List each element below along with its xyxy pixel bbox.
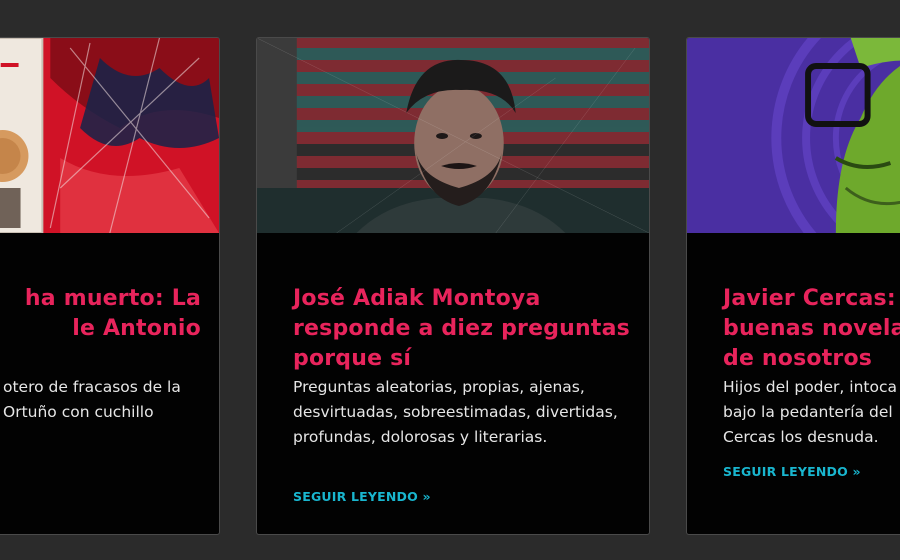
article-title-line: Javier Cercas: [723,286,896,311]
article-excerpt-line: otero de fracasos de la [3,378,181,396]
article-thumbnail[interactable] [257,38,649,233]
article-card[interactable]: José Adiak Montoya responde a diez pregu… [256,37,650,535]
article-title-line: de nosotros [723,346,873,371]
article-card[interactable]: ha muerto: La le Antonio otero de fracas… [0,37,220,535]
article-body: José Adiak Montoya responde a diez pregu… [257,233,649,534]
article-title[interactable]: José Adiak Montoya responde a diez pregu… [293,284,633,374]
article-thumbnail[interactable] [687,38,900,233]
article-excerpt: Preguntas aleatorias, propias, ajenas, d… [293,378,618,446]
article-title[interactable]: Javier Cercas: buenas novela de nosotros [723,284,900,374]
portrait-image [257,38,649,233]
article-title-line: le Antonio [72,316,201,341]
article-title-line: buenas novela [723,316,900,341]
article-excerpt-line: Ortuño con cuchillo [3,403,154,421]
article-body: ha muerto: La le Antonio otero de fracas… [0,233,219,534]
read-more-link[interactable]: SEGUIR LEYENDO » [293,489,431,504]
portrait-image [687,38,900,233]
read-more-link[interactable]: SEGUIR LEYENDO » [723,464,861,479]
article-excerpt: otero de fracasos de la Ortuño con cuchi… [3,375,219,425]
article-grid: ha muerto: La le Antonio otero de fracas… [0,0,900,560]
article-title[interactable]: ha muerto: La le Antonio [0,284,219,344]
article-excerpt-line: Cercas los desnuda. [723,428,879,446]
article-excerpt-line: Hijos del poder, intoca [723,378,897,396]
article-title-line: ha muerto: La [24,286,201,311]
article-thumbnail[interactable] [0,38,219,233]
article-excerpt-line: bajo la pedantería del [723,403,893,421]
collage-image [0,38,219,233]
article-body: Javier Cercas: buenas novela de nosotros… [687,233,900,534]
article-card[interactable]: Javier Cercas: buenas novela de nosotros… [686,37,900,535]
article-excerpt: Hijos del poder, intoca bajo la pedanter… [723,375,900,450]
